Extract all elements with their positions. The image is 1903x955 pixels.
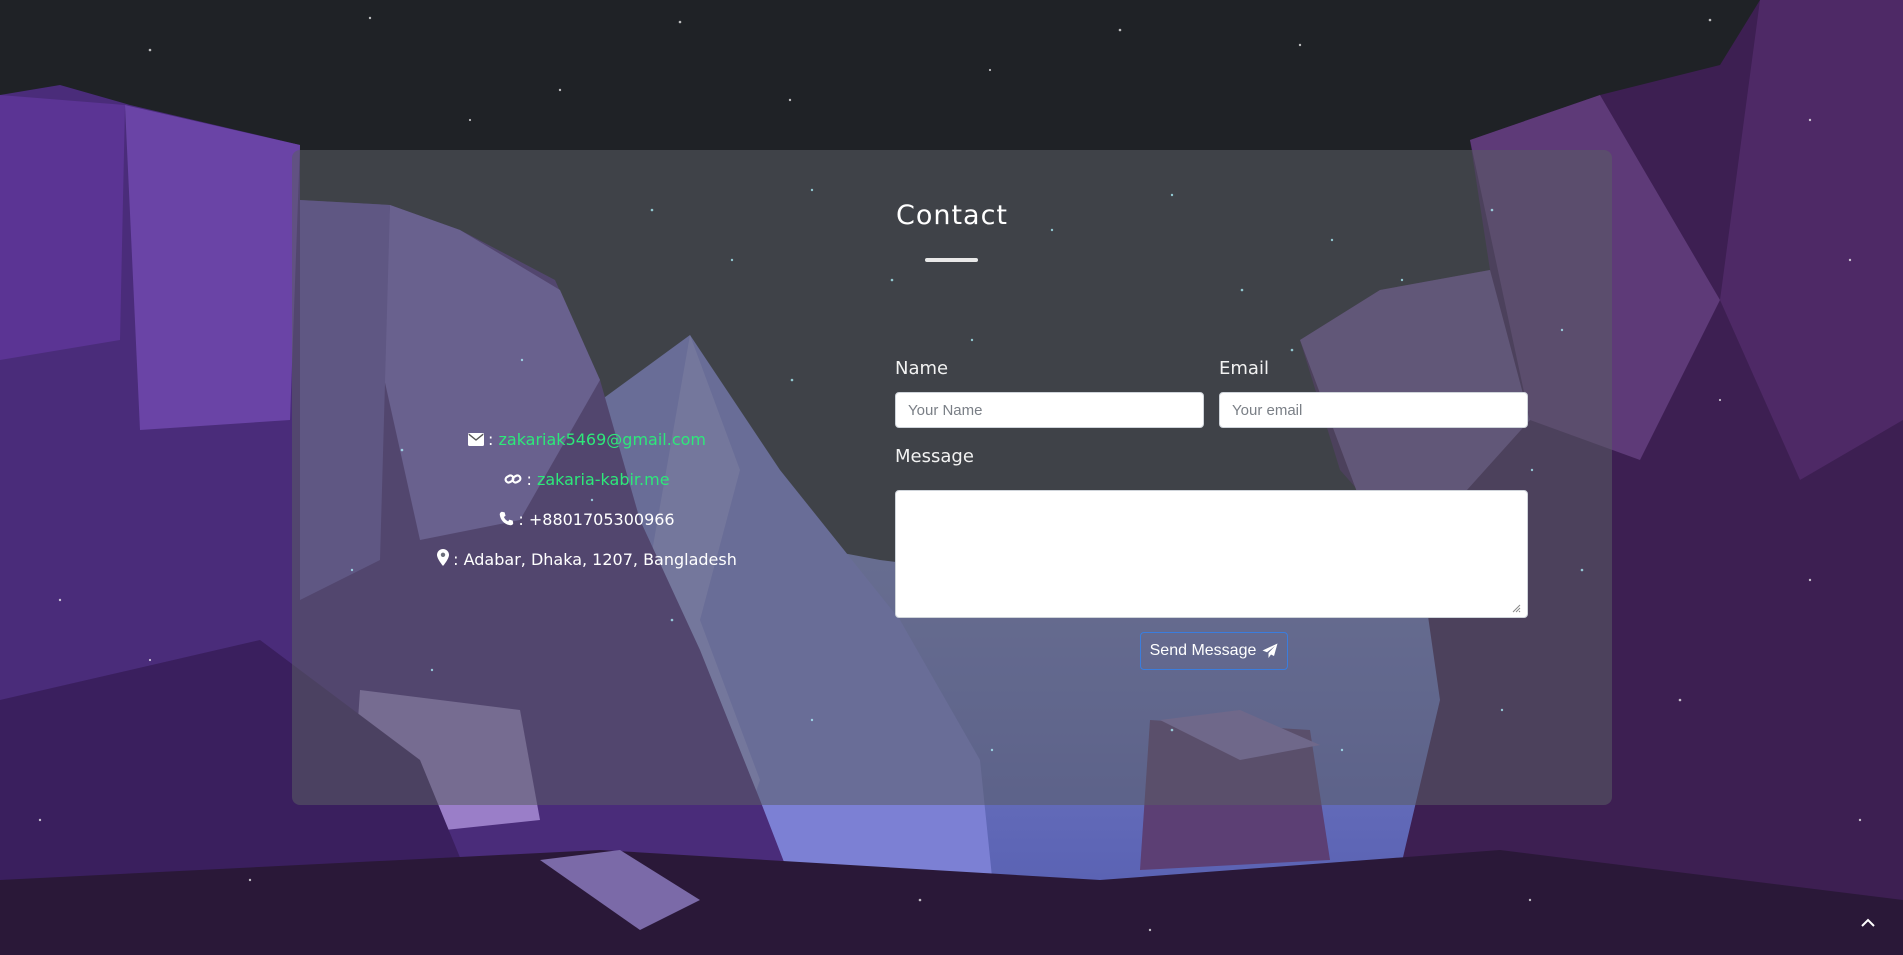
address-text: Adabar, Dhaka, 1207, Bangladesh <box>463 550 737 569</box>
send-message-label: Send Message <box>1149 642 1257 659</box>
message-textarea[interactable] <box>895 490 1528 618</box>
separator: : <box>526 470 532 489</box>
chevron-up-icon[interactable] <box>1858 913 1878 933</box>
name-label: Name <box>895 358 949 379</box>
envelope-icon <box>468 421 484 461</box>
contact-info: : zakariak5469@gmail.com : zakaria-kabir… <box>292 420 882 580</box>
paper-plane-icon <box>1262 643 1278 658</box>
separator: : <box>518 510 524 529</box>
page-title: Contact <box>895 200 1009 231</box>
name-input[interactable] <box>895 392 1204 428</box>
separator: : <box>488 430 494 449</box>
resize-grip-icon[interactable] <box>1511 603 1521 613</box>
email-link[interactable]: zakariak5469@gmail.com <box>498 430 706 449</box>
contact-card: Contact : zakariak5469@gmail.com : zakar… <box>292 150 1612 805</box>
phone-line: : +8801705300966 <box>292 500 882 540</box>
link-icon <box>504 461 522 501</box>
website-link[interactable]: zakaria-kabir.me <box>537 470 670 489</box>
website-line: : zakaria-kabir.me <box>292 460 882 500</box>
email-label: Email <box>1219 358 1269 379</box>
title-underline <box>925 258 978 262</box>
address-line: : Adabar, Dhaka, 1207, Bangladesh <box>292 540 882 580</box>
phone-number: +8801705300966 <box>528 510 675 529</box>
email-input[interactable] <box>1219 392 1528 428</box>
send-message-button[interactable]: Send Message <box>1140 632 1288 670</box>
email-line: : zakariak5469@gmail.com <box>292 420 882 460</box>
map-marker-icon <box>437 541 450 581</box>
separator: : <box>453 550 459 569</box>
phone-icon <box>499 501 514 541</box>
message-label: Message <box>895 446 974 467</box>
